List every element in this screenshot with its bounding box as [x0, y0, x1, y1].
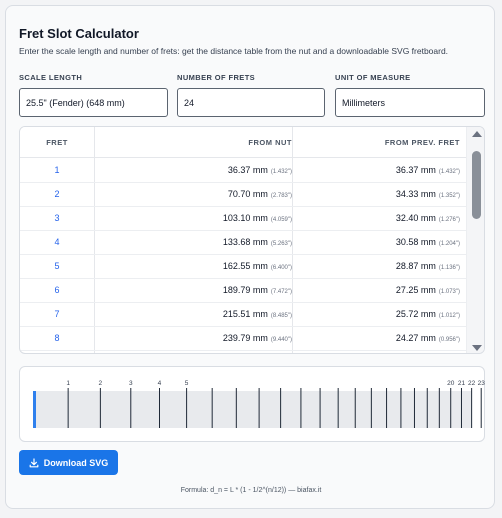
table-row: 5 162.55 mm (6.400") 28.87 mm (1.136") [20, 254, 466, 279]
fret-number-link[interactable]: 6 [20, 285, 94, 295]
distance-inches: (2.783") [270, 193, 292, 199]
header-from-nut: FROM NUT [248, 138, 292, 147]
distance-inches: (1.136") [438, 265, 460, 271]
distance-inches: (4.059") [270, 217, 292, 223]
fret-number-link[interactable]: 1 [20, 165, 94, 175]
distance-mm: 36.37 mm [395, 165, 436, 175]
distance-from-prev: 24.27 mm (0.956") [396, 333, 460, 343]
table-row: 6 189.79 mm (7.472") 27.25 mm (1.073") [20, 278, 466, 303]
distance-from-nut: 133.68 mm (5.263") [223, 237, 292, 247]
scale-length-input[interactable]: 25.5" (Fender) (648 mm) [19, 88, 168, 117]
distance-from-prev: 34.33 mm (1.352") [396, 189, 460, 199]
fret-label-2: 2 [99, 380, 103, 387]
distance-from-prev: 32.40 mm (1.276") [396, 213, 460, 223]
distance-inches: (1.012") [438, 313, 460, 319]
fretboard-svg: 123452021222324 [33, 380, 494, 428]
fret-label-3: 3 [129, 380, 133, 387]
header-fret: FRET [46, 138, 68, 147]
distance-mm: 215.51 mm [222, 309, 268, 319]
distance-from-nut: 239.79 mm (9.440") [223, 333, 292, 343]
page-title: Fret Slot Calculator [19, 26, 139, 41]
unit-select[interactable]: Millimeters [335, 88, 485, 117]
distance-inches: (1.073") [438, 289, 460, 295]
distance-mm: 27.25 mm [395, 285, 436, 295]
fret-distance-table[interactable]: FRET FROM NUT FROM PREV. FRET 1 36.37 mm(… [19, 126, 485, 354]
distance-from-prev: 30.58 mm (1.204") [396, 237, 460, 247]
distance-from-prev: 27.25 mm (1.073") [396, 285, 460, 295]
distance-inches: (1.432") [270, 169, 292, 175]
fret-label-1: 1 [66, 380, 70, 387]
distance-from-nut: 103.10 mm (4.059") [223, 213, 292, 223]
table-row: 7 215.51 mm (8.485") 25.72 mm (1.012") [20, 302, 466, 327]
distance-inches: (8.485") [270, 313, 292, 319]
table-header: FRET FROM NUT FROM PREV. FRET [20, 127, 466, 158]
nut-marker [33, 391, 36, 428]
calculator-card: Fret Slot Calculator Enter the scale len… [5, 5, 495, 509]
distance-inches: (5.263") [270, 241, 292, 247]
table-row: 8 239.79 mm (9.440") 24.27 mm (0.956") [20, 326, 466, 351]
fret-label-22: 22 [468, 380, 476, 387]
table-row: 4 133.68 mm (5.263") 30.58 mm (1.204") [20, 230, 466, 255]
distance-mm: 36.37 mm [227, 165, 268, 175]
distance-mm: 103.10 mm [222, 213, 268, 223]
fret-number-link[interactable]: 4 [20, 237, 94, 247]
distance-inches: (1.432") [438, 169, 460, 175]
distance-inches: (6.400") [270, 265, 292, 271]
header-from-prev: FROM PREV. FRET [384, 138, 460, 147]
scroll-thumb[interactable] [472, 151, 481, 219]
fret-number-link[interactable]: 2 [20, 189, 94, 199]
distance-from-nut: 70.70 mm (2.783") [228, 189, 292, 199]
distance-mm: 70.70 mm [227, 189, 268, 199]
distance-inches: (1.204") [438, 241, 460, 247]
download-icon [29, 457, 39, 467]
distance-mm: 24.27 mm [395, 333, 436, 343]
distance-inches: (0.956") [438, 337, 460, 343]
distance-mm: 34.33 mm [395, 189, 436, 199]
fret-label-23: 23 [478, 380, 486, 387]
distance-mm: 28.87 mm [395, 261, 436, 271]
scroll-down-icon[interactable] [472, 345, 482, 351]
download-svg-label: Download SVG [43, 457, 109, 468]
fret-label-5: 5 [185, 380, 189, 387]
table-scrollbar[interactable] [466, 127, 484, 353]
distance-mm: 189.79 mm [222, 285, 268, 295]
distance-mm: 32.40 mm [395, 213, 436, 223]
page-subtitle: Enter the scale length and number of fre… [19, 46, 449, 56]
distance-from-nut: 189.79 mm (7.472") [223, 285, 292, 295]
distance-mm: 30.58 mm [395, 237, 436, 247]
distance-inches: (1.352") [438, 193, 460, 199]
fret-label-20: 20 [447, 380, 455, 387]
distance-mm: 133.68 mm [222, 237, 268, 247]
distance-mm: 239.79 mm [222, 333, 268, 343]
distance-from-prev: 25.72 mm (1.012") [396, 309, 460, 319]
fretboard-body [34, 391, 472, 428]
fret-number-link[interactable]: 3 [20, 213, 94, 223]
distance-inches: (7.472") [270, 289, 292, 295]
fret-number-link[interactable]: 5 [20, 261, 94, 271]
table-row: 2 70.70 mm (2.783") 34.33 mm (1.352") [20, 182, 466, 207]
table-row: 1 36.37 mm (1.432") 36.37 mm (1.432") [20, 158, 466, 183]
distance-mm: 162.55 mm [222, 261, 268, 271]
distance-inches: (1.276") [438, 217, 460, 223]
table-row: 3 103.10 mm (4.059") 32.40 mm (1.276") [20, 206, 466, 231]
fret-label-21: 21 [458, 380, 466, 387]
scroll-up-icon[interactable] [472, 131, 482, 137]
fret-number-link[interactable]: 8 [20, 333, 94, 343]
unit-label: UNIT OF MEASURE [335, 73, 411, 82]
distance-inches: (9.440") [270, 337, 292, 343]
distance-from-nut: 36.37 mm (1.432") [228, 165, 292, 175]
fret-label-4: 4 [158, 380, 162, 387]
download-svg-button[interactable]: Download SVG [19, 450, 118, 475]
fret-count-label: NUMBER OF FRETS [177, 73, 256, 82]
distance-from-nut: 215.51 mm (8.485") [223, 309, 292, 319]
scale-length-label: SCALE LENGTH [19, 73, 83, 82]
distance-from-nut: 162.55 mm (6.400") [223, 261, 292, 271]
fretboard-preview: 123452021222324 [19, 366, 494, 442]
formula-footer: Formula: d_n = L * (1 - 1/2^(n/12)) — bi… [180, 487, 322, 494]
distance-from-prev: 36.37 mm (1.432") [396, 165, 460, 175]
distance-mm: 25.72 mm [395, 309, 436, 319]
distance-from-prev: 28.87 mm (1.136") [396, 261, 460, 271]
fret-count-input[interactable]: 24 [177, 88, 325, 117]
fret-number-link[interactable]: 7 [20, 309, 94, 319]
